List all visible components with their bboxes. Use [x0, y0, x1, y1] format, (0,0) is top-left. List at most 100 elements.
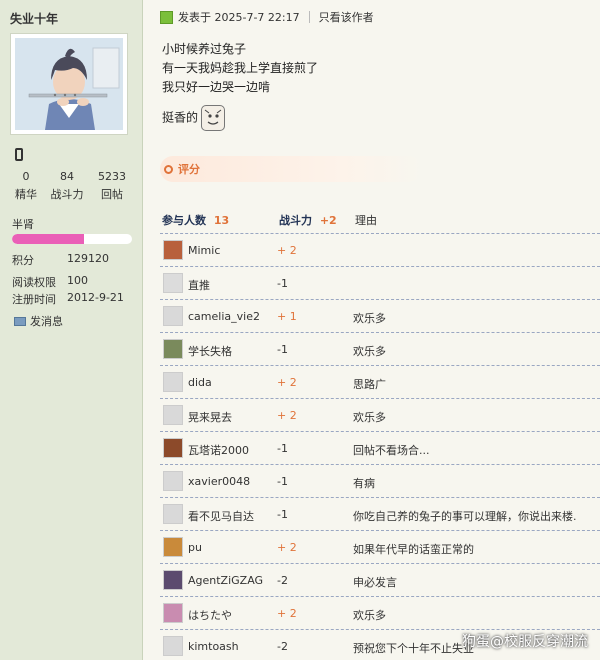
rater-reason: 欢乐多	[353, 609, 386, 622]
power-total: +2	[319, 214, 337, 227]
rater-score: -1	[277, 343, 288, 356]
rater-name[interactable]: 晃来晃去	[188, 409, 232, 425]
rating-row: Mimic + 2	[160, 233, 600, 266]
author-stat-values: 0 84 5233	[12, 170, 130, 183]
author-only-link[interactable]: 只看该作者	[319, 9, 374, 25]
rater-reason: 申必发言	[353, 576, 397, 589]
post-content: 发表于 2025-7-7 22:17 只看该作者 小时候养过兔子 有一天我妈趁我…	[152, 0, 600, 660]
register-date-value: 2012-9-21	[67, 291, 124, 304]
rater-score: + 2	[277, 376, 297, 389]
user-rank: 半肾	[12, 218, 34, 231]
stat-replies-label[interactable]: 回帖	[94, 186, 130, 202]
rater-score: -1	[277, 277, 288, 290]
author-sidebar: 失业十年 0 84 5233 精华 战斗力 回帖 半肾 积分 129120 阅读…	[0, 0, 143, 660]
rating-row: camelia_vie2 + 1 欢乐多	[160, 299, 600, 332]
stat-digest-value: 0	[22, 170, 30, 183]
rater-name[interactable]: 看不见马自达	[188, 508, 254, 524]
points-value: 129120	[67, 252, 109, 265]
rater-name[interactable]: xavier0048	[188, 475, 250, 488]
rating-row: 瓦塔诺2000 -1 回帖不看场合...	[160, 431, 600, 464]
rater-avatar[interactable]	[163, 570, 183, 590]
rating-row: dida + 2 思路广	[160, 365, 600, 398]
rater-score: -2	[277, 574, 288, 587]
rater-reason: 欢乐多	[353, 345, 386, 358]
rater-name[interactable]: 直推	[188, 277, 210, 293]
author-stat-labels: 精华 战斗力 回帖	[12, 186, 130, 202]
rater-avatar[interactable]	[163, 471, 183, 491]
read-permission-row: 阅读权限 100	[12, 274, 88, 290]
rater-score: -2	[277, 640, 288, 653]
rater-name[interactable]: AgentZiGZAG	[188, 574, 263, 587]
participants-header: 参与人数 13	[162, 212, 229, 228]
post-line-2: 有一天我妈趁我上学直接煎了	[162, 61, 319, 75]
rater-name[interactable]: kimtoash	[188, 640, 239, 653]
post-type-icon	[160, 10, 173, 24]
stat-digest-label[interactable]: 精华	[12, 186, 40, 202]
rater-name[interactable]: 瓦塔诺2000	[188, 442, 249, 458]
read-permission-value: 100	[67, 274, 88, 287]
post-line-1: 小时候养过兔子	[162, 42, 247, 56]
reason-header: 理由	[355, 214, 377, 227]
rater-avatar[interactable]	[163, 372, 183, 392]
rater-name[interactable]: pu	[188, 541, 202, 554]
rater-avatar[interactable]	[163, 438, 183, 458]
rater-avatar[interactable]	[163, 636, 183, 656]
sticker-emoji-icon	[201, 105, 226, 131]
rater-avatar[interactable]	[163, 537, 183, 557]
meta-divider	[308, 11, 310, 23]
rater-score: + 1	[277, 310, 297, 323]
rater-name[interactable]: はちたや	[188, 607, 232, 623]
rater-score: + 2	[277, 541, 297, 554]
rating-row: 学长失格 -1 欢乐多	[160, 332, 600, 365]
rater-score: + 2	[277, 607, 297, 620]
post-line-4-wrap: 挺香的	[162, 105, 318, 131]
rater-avatar[interactable]	[163, 273, 183, 293]
envelope-icon	[14, 316, 26, 326]
author-username[interactable]: 失业十年	[10, 10, 58, 27]
rater-reason: 预祝您下个十年不止失业	[353, 642, 474, 655]
rater-reason: 你吃自己养的兔子的事可以理解，你说出来楼.	[353, 510, 577, 523]
power-header: 战斗力 +2	[279, 212, 337, 228]
rater-name[interactable]: camelia_vie2	[188, 310, 260, 323]
mobile-icon	[15, 148, 23, 161]
stat-power-value: 84	[60, 170, 74, 183]
rating-row: pu + 2 如果年代早的话蛮正常的	[160, 530, 600, 563]
post-line-4: 挺香的	[162, 110, 199, 125]
rater-avatar[interactable]	[163, 504, 183, 524]
rater-avatar[interactable]	[163, 405, 183, 425]
post-meta: 发表于 2025-7-7 22:17 只看该作者	[160, 9, 374, 25]
rater-name[interactable]: Mimic	[188, 244, 220, 257]
rater-reason: 欢乐多	[353, 312, 386, 325]
rater-avatar[interactable]	[163, 240, 183, 260]
rater-name[interactable]: dida	[188, 376, 212, 389]
avatar[interactable]	[10, 33, 128, 135]
stat-power-label[interactable]: 战斗力	[47, 186, 87, 202]
rater-avatar[interactable]	[163, 339, 183, 359]
rate-label: 评分	[178, 163, 200, 176]
rater-reason: 有病	[353, 477, 375, 490]
register-date-label: 注册时间	[12, 293, 56, 306]
rating-row: AgentZiGZAG -2 申必发言	[160, 563, 600, 596]
rater-score: + 2	[277, 244, 297, 257]
rater-reason: 如果年代早的话蛮正常的	[353, 543, 474, 556]
rater-avatar[interactable]	[163, 603, 183, 623]
send-message-label: 发消息	[30, 315, 63, 328]
rank-progress-fill	[12, 234, 84, 244]
avatar-image	[15, 38, 123, 130]
watermark-text: 狗蛋@校服反穿潮流	[462, 634, 588, 650]
post-line-3: 我只好一边哭一边啃	[162, 80, 271, 94]
rater-score: -1	[277, 442, 288, 455]
rating-row: 直推 -1	[160, 266, 600, 299]
points-row: 积分 129120	[12, 252, 109, 268]
rating-row: はちたや + 2 欢乐多	[160, 596, 600, 629]
rater-name[interactable]: 学长失格	[188, 343, 232, 359]
send-message-link[interactable]: 发消息	[14, 313, 63, 329]
rating-row: 看不见马自达 -1 你吃自己养的兔子的事可以理解，你说出来楼.	[160, 497, 600, 530]
rater-avatar[interactable]	[163, 306, 183, 326]
power-label: 战斗力	[279, 214, 312, 227]
rate-button[interactable]: 评分	[160, 156, 422, 182]
post-text: 小时候养过兔子 有一天我妈趁我上学直接煎了 我只好一边哭一边啃 挺香的	[162, 40, 318, 131]
rater-reason: 欢乐多	[353, 411, 386, 424]
points-label: 积分	[12, 254, 34, 267]
read-permission-label: 阅读权限	[12, 276, 56, 289]
